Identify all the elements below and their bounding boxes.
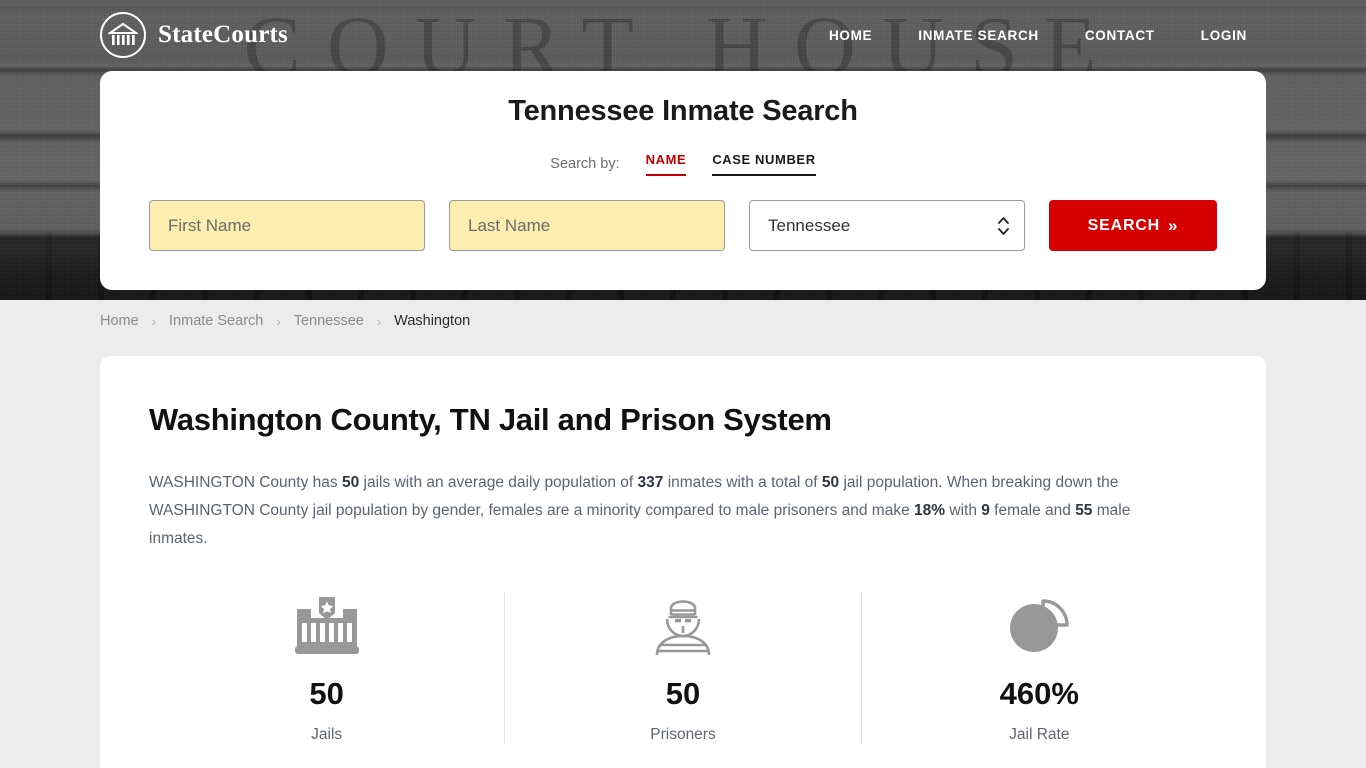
nav-links: HOME INMATE SEARCH CONTACT LOGIN xyxy=(829,28,1247,43)
summary-female-count: 9 xyxy=(981,502,990,519)
breadcrumb: Home › Inmate Search › Tennessee › Washi… xyxy=(0,300,1366,342)
stat-jails: 50 Jails xyxy=(149,592,504,744)
search-by-row: Search by: NAME CASE NUMBER xyxy=(100,152,1266,176)
breadcrumb-item-inmate-search[interactable]: Inmate Search xyxy=(169,313,263,329)
stat-value-jails: 50 xyxy=(309,676,344,711)
stat-label-prisoners: Prisoners xyxy=(650,726,716,743)
courthouse-logo-icon xyxy=(100,12,146,58)
breadcrumb-separator: › xyxy=(376,313,382,329)
inmate-search-card: Tennessee Inmate Search Search by: NAME … xyxy=(100,71,1266,290)
stat-label-jail-rate: Jail Rate xyxy=(1009,726,1070,743)
summary-part: female and xyxy=(989,502,1076,519)
chevron-updown-icon[interactable] xyxy=(998,216,1009,235)
search-card-title: Tennessee Inmate Search xyxy=(508,95,858,127)
double-chevron-right-icon: » xyxy=(1168,215,1179,235)
tab-case-number[interactable]: CASE NUMBER xyxy=(712,152,816,176)
breadcrumb-item-home[interactable]: Home xyxy=(100,313,139,329)
search-form: Tennessee SEARCH » xyxy=(100,200,1266,251)
prisoner-icon xyxy=(653,592,713,660)
nav-link-home[interactable]: HOME xyxy=(829,28,872,43)
search-button-label: SEARCH xyxy=(1087,216,1161,234)
summary-male-count: 55 xyxy=(1075,502,1093,519)
tab-name[interactable]: NAME xyxy=(645,152,687,176)
breadcrumb-item-washington: Washington xyxy=(394,313,471,329)
content-card: Washington County, TN Jail and Prison Sy… xyxy=(100,356,1266,768)
nav-link-contact[interactable]: CONTACT xyxy=(1085,28,1155,43)
state-select-value: Tennessee xyxy=(768,215,851,235)
state-select[interactable]: Tennessee xyxy=(749,200,1025,251)
nav-link-login[interactable]: LOGIN xyxy=(1201,28,1247,43)
stat-value-jail-rate: 460% xyxy=(999,676,1079,711)
stat-value-prisoners: 50 xyxy=(665,676,701,711)
search-button[interactable]: SEARCH » xyxy=(1049,200,1217,251)
top-navigation: StateCourts HOME INMATE SEARCH CONTACT L… xyxy=(0,0,1366,70)
summary-female-percent: 18% xyxy=(914,502,946,519)
breadcrumb-separator: › xyxy=(276,313,281,329)
stat-label-jails: Jails xyxy=(311,726,343,743)
stats-row: 50 Jails 50 Prisoners 460% Jail Rate xyxy=(149,592,1217,744)
summary-part: with xyxy=(945,502,982,519)
county-summary-text: WASHINGTON County has 50 jails with an a… xyxy=(149,469,1189,553)
first-name-input[interactable] xyxy=(149,200,425,251)
stat-jail-rate: 460% Jail Rate xyxy=(860,592,1217,744)
nav-link-inmate-search[interactable]: INMATE SEARCH xyxy=(918,28,1039,43)
summary-part: jails with an average daily population o… xyxy=(359,474,638,491)
brand-logo[interactable]: StateCourts xyxy=(100,12,288,58)
summary-adp-count: 337 xyxy=(637,474,664,491)
jail-building-icon xyxy=(294,592,359,660)
stat-prisoners: 50 Prisoners xyxy=(504,592,860,744)
hero-banner: COURT HOUSE StateCourts HOME INMATE SEAR… xyxy=(0,0,1366,300)
brand-name: StateCourts xyxy=(158,21,288,48)
page-title: Washington County, TN Jail and Prison Sy… xyxy=(149,402,832,437)
search-by-label: Search by: xyxy=(550,156,620,172)
breadcrumb-item-tennessee[interactable]: Tennessee xyxy=(294,313,364,329)
summary-total-population: 50 xyxy=(821,474,840,491)
pie-chart-icon xyxy=(1007,592,1071,660)
summary-part: inmates with a total of xyxy=(663,474,822,491)
last-name-input[interactable] xyxy=(449,200,725,251)
breadcrumb-separator: › xyxy=(151,313,157,329)
summary-jails-count: 50 xyxy=(341,474,360,491)
summary-part: WASHINGTON County has xyxy=(149,474,342,491)
